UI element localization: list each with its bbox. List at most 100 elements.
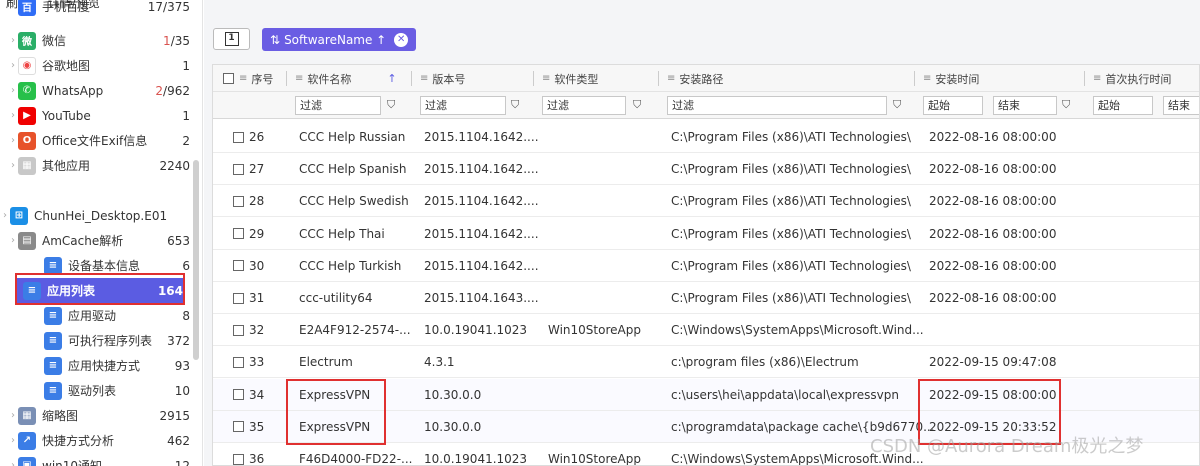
install-time-end-input[interactable]: 结束 xyxy=(993,96,1057,115)
tree-item[interactable]: ≡ 应用列表 164 xyxy=(17,278,183,303)
group-panel-button[interactable]: 1 xyxy=(213,28,250,50)
column-menu-icon[interactable]: ≡ xyxy=(295,73,303,84)
tree-item[interactable]: › O Office文件Exif信息 2 xyxy=(0,128,190,153)
tree-item[interactable]: › ◉ 谷歌地图 1 xyxy=(0,53,190,78)
column-header-type[interactable]: ≡ 软件类型 xyxy=(542,65,598,92)
column-menu-icon[interactable]: ≡ xyxy=(667,73,675,84)
tree-item[interactable]: › ▣ win10通知 12 xyxy=(0,453,190,466)
chevron-right-icon[interactable]: › xyxy=(8,85,18,96)
chevron-right-icon[interactable]: › xyxy=(8,460,18,466)
app-driver-icon: ≡ xyxy=(44,306,62,325)
column-menu-icon[interactable]: ≡ xyxy=(420,73,428,84)
row-checkbox[interactable] xyxy=(233,163,244,175)
table-row[interactable]: 28 CCC Help Swedish 2015.1104.1642.... C:\P… xyxy=(213,185,1199,218)
tree-item[interactable]: › ↗ 快捷方式分析 462 xyxy=(0,428,190,453)
table-row[interactable]: 34 ExpressVPN 10.30.0.0 c:\users\hei\appdat… xyxy=(213,378,1199,411)
chevron-right-icon[interactable]: › xyxy=(8,235,18,246)
row-install-path: c:\users\hei\appdata\local\expressvpn xyxy=(671,387,899,402)
chevron-right-icon[interactable]: › xyxy=(8,160,18,171)
chevron-right-icon[interactable]: › xyxy=(8,135,18,146)
tree-scrollbar[interactable] xyxy=(193,160,199,360)
tree-item[interactable]: ≡ 应用驱动 8 xyxy=(0,303,190,328)
row-index: 28 xyxy=(249,194,265,209)
select-all-checkbox[interactable] xyxy=(223,73,234,84)
tree-item[interactable]: ≡ 设备基本信息 6 xyxy=(0,253,190,278)
row-checkbox[interactable] xyxy=(233,228,244,240)
tree-item-label: 应用驱动 xyxy=(68,309,117,323)
tree-item[interactable]: › ▦ 其他应用 2240 xyxy=(0,153,190,178)
shortcut-analysis-icon: ↗ xyxy=(18,431,36,450)
tree-item-label: 谷歌地图 xyxy=(42,59,91,73)
sort-chip[interactable]: ⇅ SoftwareName ↑ ✕ xyxy=(262,28,417,51)
row-checkbox[interactable] xyxy=(233,421,244,433)
tree-item[interactable]: › ✆ WhatsApp 2/962 xyxy=(0,78,190,103)
column-menu-icon[interactable]: ≡ xyxy=(1093,73,1101,84)
row-software-type: Win10StoreApp xyxy=(548,452,641,466)
first-run-end-input[interactable]: 结束 xyxy=(1163,96,1199,115)
tree-item[interactable]: › 百手机百度 17/375 xyxy=(0,0,190,19)
tree-item[interactable]: ≡ 驱动列表 10 xyxy=(0,378,190,403)
tree-item[interactable]: › ⊞ ChunHei_Desktop.E01 xyxy=(0,203,190,228)
table-row[interactable]: 32 E2A4F912-2574-... 10.0.19041.1023 Win10S… xyxy=(213,314,1199,347)
column-menu-icon[interactable]: ≡ xyxy=(239,73,247,84)
tree-item-label: 驱动列表 xyxy=(68,384,117,398)
tree-item-count: 10 xyxy=(174,383,190,398)
tree-item[interactable]: › ▶ YouTube 1 xyxy=(0,103,190,128)
column-header-first-run[interactable]: ≡ 首次执行时间 xyxy=(1093,65,1171,92)
name-filter-input[interactable]: 过滤 xyxy=(295,96,381,115)
version-filter-input[interactable]: 过滤 xyxy=(420,96,506,115)
tree-item[interactable]: › 微微信 1/35 xyxy=(0,28,190,53)
chevron-right-icon[interactable]: › xyxy=(8,60,18,71)
filter-icon[interactable]: ⛉ xyxy=(633,98,641,112)
tree-item[interactable]: › ▤ AmCache解析 653 xyxy=(0,228,190,253)
table-row[interactable]: 29 CCC Help Thai 2015.1104.1642.... C:\Prog… xyxy=(213,218,1199,250)
grid-header: ≡ 序号 ≡ 软件名称 ↑ ≡ 版本号 ≡ 软件类型 ≡ 安装路径 ≡ 安装时间… xyxy=(213,65,1199,92)
column-header-name[interactable]: ≡ 软件名称 ↑ xyxy=(295,65,397,92)
first-run-start-input[interactable]: 起始 xyxy=(1093,96,1153,115)
column-header-install-time[interactable]: ≡ 安装时间 xyxy=(923,65,979,92)
filter-icon[interactable]: ⛉ xyxy=(511,98,519,112)
filter-icon[interactable]: ⛉ xyxy=(893,98,901,112)
install-time-start-input[interactable]: 起始 xyxy=(923,96,983,115)
tree-item[interactable]: › ▦ 缩略图 2915 xyxy=(0,403,190,428)
table-row[interactable]: 31 ccc-utility64 2015.1104.1643.... C:\Prog… xyxy=(213,282,1199,314)
tree-item[interactable]: ≡ 可执行程序列表 372 xyxy=(0,328,190,353)
row-checkbox[interactable] xyxy=(233,260,244,272)
table-row[interactable]: 33 Electrum 4.3.1 c:\program files (x86)\El… xyxy=(213,346,1199,379)
watermark: CSDN @Aurora Dream极光之梦 xyxy=(870,436,1144,457)
path-filter-input[interactable]: 过滤 xyxy=(667,96,887,115)
chevron-right-icon[interactable]: › xyxy=(8,110,18,121)
table-row[interactable]: 26 CCC Help Russian 2015.1104.1642.... C:\P… xyxy=(213,121,1199,153)
sort-chip-label: SoftwareName ↑ xyxy=(284,32,387,47)
tree-item-label: ChunHei_Desktop.E01 xyxy=(34,208,168,223)
type-filter-input[interactable]: 过滤 xyxy=(542,96,626,115)
chevron-right-icon[interactable]: › xyxy=(8,435,18,446)
chevron-right-icon[interactable]: › xyxy=(8,35,18,46)
column-menu-icon[interactable]: ≡ xyxy=(923,73,931,84)
row-install-time: 2022-09-15 09:47:08 xyxy=(929,355,1057,370)
app-list-icon: ≡ xyxy=(23,281,41,300)
column-menu-icon[interactable]: ≡ xyxy=(542,73,550,84)
row-checkbox[interactable] xyxy=(233,131,244,143)
tree-item[interactable]: ≡ 应用快捷方式 93 xyxy=(0,353,190,378)
column-header-index[interactable]: ≡ 序号 xyxy=(223,65,273,92)
filter-icon[interactable]: ⛉ xyxy=(387,98,395,112)
close-icon[interactable]: ✕ xyxy=(394,32,409,47)
row-checkbox[interactable] xyxy=(233,356,244,368)
shortcut-icon: ≡ xyxy=(44,356,62,375)
row-checkbox[interactable] xyxy=(233,324,244,336)
row-checkbox[interactable] xyxy=(233,389,244,401)
column-header-version[interactable]: ≡ 版本号 xyxy=(420,65,465,92)
chevron-right-icon[interactable]: › xyxy=(8,1,18,12)
row-software-name: E2A4F912-2574-... xyxy=(299,323,411,338)
chevron-right-icon[interactable]: › xyxy=(0,210,10,221)
row-checkbox[interactable] xyxy=(233,453,244,465)
table-row[interactable]: 30 CCC Help Turkish 2015.1104.1642.... C:\P… xyxy=(213,250,1199,282)
row-checkbox[interactable] xyxy=(233,292,244,304)
column-header-path[interactable]: ≡ 安装路径 xyxy=(667,65,723,92)
chevron-right-icon[interactable]: › xyxy=(8,410,18,421)
table-row[interactable]: 27 CCC Help Spanish 2015.1104.1642.... C:\P… xyxy=(213,153,1199,186)
row-software-name: CCC Help Spanish xyxy=(299,162,407,177)
filter-icon[interactable]: ⛉ xyxy=(1062,98,1070,112)
row-checkbox[interactable] xyxy=(233,195,244,207)
